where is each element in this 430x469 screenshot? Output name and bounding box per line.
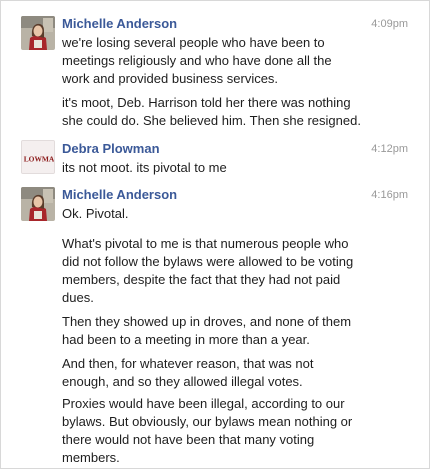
- timestamp: 4:09pm: [371, 18, 408, 30]
- logo-text: LOWMA: [24, 155, 55, 164]
- message-text: its not moot. its pivotal to me: [62, 160, 227, 175]
- organization-logo-icon: LOWMA: [22, 141, 55, 173]
- sender-name[interactable]: Michelle Anderson: [62, 187, 177, 203]
- message-text: Ok. Pivotal.: [62, 206, 129, 221]
- sender-name[interactable]: Michelle Anderson: [62, 16, 177, 32]
- message-text: Then they showed up in droves, and none …: [62, 314, 352, 347]
- avatar[interactable]: [21, 16, 55, 50]
- message-text: we're losing several people who have bee…: [62, 35, 332, 86]
- sender-name[interactable]: Debra Plowman: [62, 141, 160, 157]
- timestamp: 4:12pm: [371, 143, 408, 155]
- avatar[interactable]: LOWMA: [21, 140, 55, 174]
- timestamp: 4:16pm: [371, 189, 408, 201]
- profile-photo-icon: [21, 16, 55, 50]
- profile-photo-icon: [21, 187, 55, 221]
- message-text: Proxies would have been illegal, accordi…: [62, 396, 353, 465]
- message-text: What's pivotal to me is that numerous pe…: [62, 236, 354, 305]
- avatar[interactable]: [21, 187, 55, 221]
- message-text: And then, for whatever reason, that was …: [62, 356, 314, 389]
- message-text: it's moot, Deb. Harrison told her there …: [62, 95, 361, 128]
- chat-thread: Michelle Anderson 4:09pm we're losing se…: [0, 0, 430, 469]
